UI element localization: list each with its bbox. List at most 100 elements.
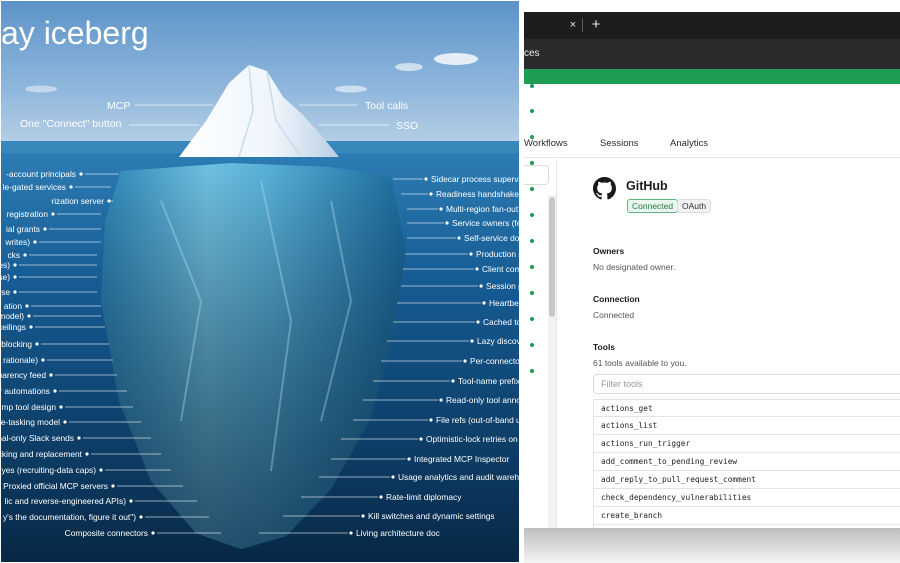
tool-name: actions_list: [601, 421, 658, 430]
status-dot: [530, 239, 534, 243]
above-label-connect: One "Connect" button: [20, 118, 122, 130]
leader-dot: [482, 301, 486, 305]
iceberg-label-right: File refs (out-of-band u: [436, 415, 519, 425]
iceberg-label-right: Heartbea: [489, 298, 519, 308]
leader-dot: [476, 320, 480, 324]
leader-dot: [51, 212, 55, 216]
iceberg-label-right: Rate-limit diplomacy: [386, 492, 462, 502]
close-tab-icon[interactable]: ×: [566, 17, 580, 33]
iceberg-label-right: Cached to: [483, 317, 519, 327]
leader-dot: [49, 373, 53, 377]
iceberg-label-left: gle-tasking model: [1, 417, 60, 427]
auth-badge: OAuth: [677, 199, 712, 213]
leader-dot: [429, 192, 433, 196]
leader-dot: [63, 420, 67, 424]
iceberg-label-right: Self-service do: [464, 233, 519, 243]
iceberg-label-right: Tool-name prefix: [458, 376, 519, 386]
green-banner: [524, 69, 900, 84]
iceberg-label-right: Client com: [482, 264, 519, 274]
leader-dot: [151, 531, 155, 535]
leader-dot: [13, 275, 17, 279]
leader-dot: [69, 185, 73, 189]
tab-bar: × +: [524, 12, 900, 39]
iceberg-label-right: Multi-region fan-out: [446, 204, 519, 214]
iceberg-label-right: Per-connecto: [470, 356, 519, 366]
leader-dot: [27, 314, 31, 318]
status-badge: Connected: [627, 199, 679, 213]
above-label-tool-calls: Tool calls: [365, 100, 409, 112]
tool-row[interactable]: check_dependency_vulnerabilities: [593, 489, 900, 507]
leader-dot: [25, 304, 29, 308]
leader-dot: [107, 199, 111, 203]
nav-workflows[interactable]: Workflows: [524, 138, 568, 149]
tab-separator: [582, 18, 583, 32]
nav-sessions[interactable]: Sessions: [600, 138, 639, 149]
tool-name: add_reply_to_pull_request_comment: [601, 475, 756, 484]
leader-dot: [439, 207, 443, 211]
tool-row[interactable]: actions_get: [593, 399, 900, 417]
iceberg-illustration: ay iceberg MCP One "Connect" button Tool…: [1, 1, 519, 562]
leader-dot: [139, 515, 143, 519]
iceberg-label-left: model): [1, 311, 24, 321]
leader-dot: [429, 418, 433, 422]
tool-name: add_comment_to_pending_review: [601, 457, 738, 466]
above-label-mcp: MCP: [107, 100, 131, 112]
status-dot: [530, 161, 534, 165]
sidebar-search-input[interactable]: [524, 165, 549, 185]
iceberg-label-left: se): [1, 272, 10, 282]
status-dot: [530, 317, 534, 321]
tool-row[interactable]: create_branch: [593, 507, 900, 525]
leader-dot: [59, 405, 63, 409]
leader-dot: [391, 475, 395, 479]
browser-window: × + ces Workflows Sessions Analytics Git…: [524, 12, 900, 528]
iceberg-label-left: le-gated services: [2, 182, 66, 192]
tool-row[interactable]: actions_list: [593, 417, 900, 435]
iceberg-label-left: nse: [1, 287, 10, 297]
leader-dot: [463, 359, 467, 363]
status-dot: [530, 109, 534, 113]
filter-tools-input[interactable]: Filter tools: [593, 374, 900, 394]
tool-row[interactable]: actions_run_trigger: [593, 435, 900, 453]
leader-dot: [33, 240, 37, 244]
iceberg-label-left: registration: [6, 209, 48, 219]
iceberg-label-right: Readiness handshakes: [436, 189, 519, 199]
leader-dot: [419, 437, 423, 441]
iceberg-label-left: ial grants: [6, 224, 40, 234]
iceberg-label-left: writes): [5, 237, 30, 247]
leader-dot: [470, 339, 474, 343]
leader-dot: [77, 436, 81, 440]
connector-name: GitHub: [626, 179, 668, 193]
address-bar[interactable]: ces: [524, 39, 900, 69]
leader-dot: [53, 389, 57, 393]
iceberg-label-right: Sidecar process superv: [431, 174, 519, 184]
iceberg-label-left: cks: [7, 250, 20, 260]
tools-heading: Tools: [593, 342, 616, 352]
window-shadow: [524, 528, 900, 563]
app-nav: Workflows Sessions Analytics: [524, 84, 900, 158]
above-label-sso: SSO: [396, 120, 419, 132]
leader-dot: [424, 177, 428, 181]
leader-dot: [23, 253, 27, 257]
iceberg-label-right: Usage analytics and audit wareh: [398, 472, 519, 482]
status-dot: [530, 213, 534, 217]
leader-dot: [85, 452, 89, 456]
leader-dot: [457, 236, 461, 240]
owners-value: No designated owner.: [593, 262, 676, 272]
iceberg-label-left: parency feed: [1, 370, 46, 380]
leader-dot: [469, 252, 473, 256]
iceberg-label-left: yes (recruiting-data caps): [1, 465, 97, 475]
status-dot: [530, 265, 534, 269]
iceberg-label-right: Kill switches and dynamic settings: [368, 511, 495, 521]
tool-name: actions_run_trigger: [601, 439, 691, 448]
leader-dot: [43, 227, 47, 231]
iceberg-title: ay iceberg: [1, 15, 149, 51]
leader-dot: [29, 325, 33, 329]
connector-sidebar: [524, 84, 557, 528]
nav-analytics[interactable]: Analytics: [670, 138, 708, 149]
tool-row[interactable]: add_reply_to_pull_request_comment: [593, 471, 900, 489]
tool-row[interactable]: add_comment_to_pending_review: [593, 453, 900, 471]
new-tab-button[interactable]: +: [588, 16, 604, 34]
leader-dot: [379, 495, 383, 499]
iceberg-label-right: Production s: [476, 249, 519, 259]
sidebar-scroll-thumb[interactable]: [549, 197, 555, 317]
